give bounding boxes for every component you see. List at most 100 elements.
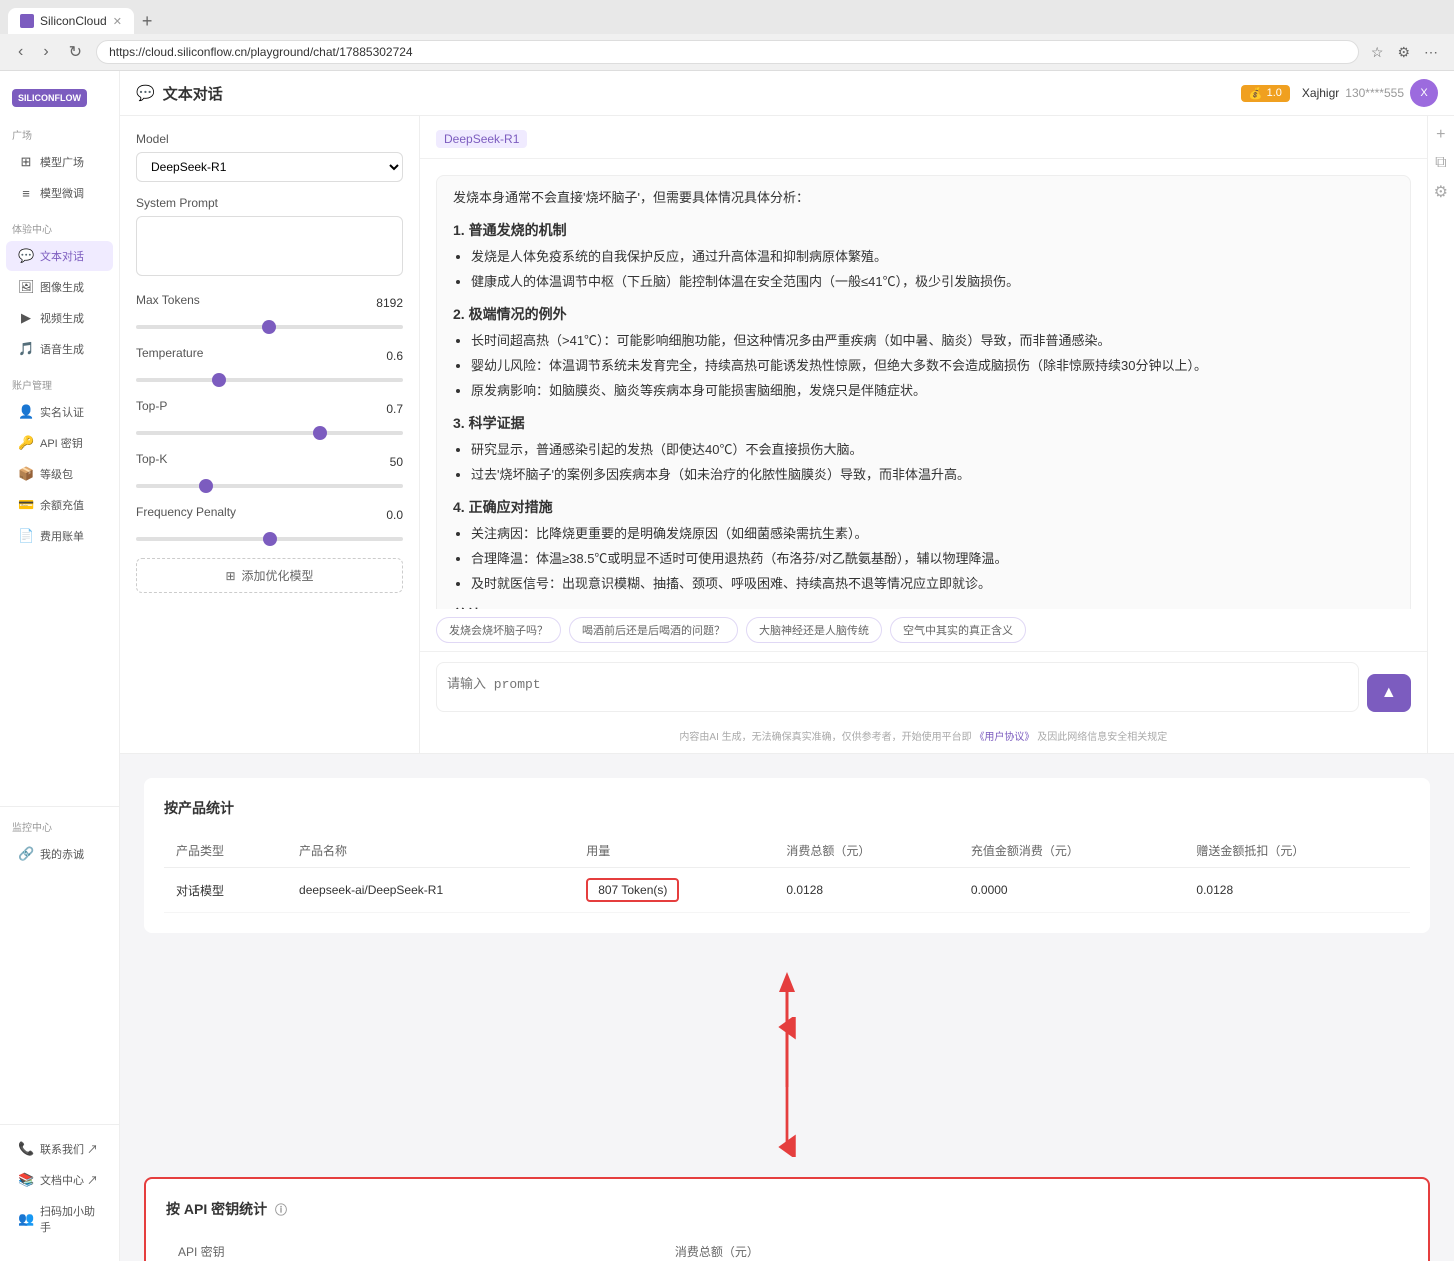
sidebar-bottom-section: 监控中心 🔗 我的赤诚 <box>0 806 119 878</box>
sidebar-item-label: 文档中心 ↗ <box>40 1172 98 1188</box>
section-item-1-2: 健康成人的体温调节中枢（下丘脑）能控制体温在安全范围内（一般≤41℃），极少引发… <box>471 272 1394 293</box>
add-optimize-model-button[interactable]: ⊞ 添加优化模型 <box>136 558 403 593</box>
col-api-cost: 消费总额（元） <box>663 1235 1408 1261</box>
model-market-icon: ⊞ <box>18 154 34 170</box>
sidebar-item-credits[interactable]: 📦 等级包 <box>6 459 113 489</box>
refresh-button[interactable]: ↻ <box>63 40 88 64</box>
usage-badge: 807 Token(s) <box>586 878 679 902</box>
sidebar-item-label: 文本对话 <box>40 248 84 264</box>
section-title-2: 2. 极端情况的例外 <box>453 303 1394 325</box>
frequency-penalty-slider[interactable] <box>136 537 403 541</box>
response-intro: 发烧本身通常不会直接'烧坏脑子'，但需要具体情况具体分析： <box>453 188 1394 209</box>
extensions-button[interactable]: ⚙ <box>1393 42 1414 63</box>
url-bar[interactable]: https://cloud.siliconflow.cn/playground/… <box>96 40 1359 64</box>
new-tab-button[interactable]: + <box>134 11 161 32</box>
max-tokens-slider[interactable] <box>136 325 403 329</box>
video-gen-icon: ▶ <box>18 310 34 326</box>
sidebar-item-docs[interactable]: 📚 文档中心 ↗ <box>6 1165 113 1195</box>
sidebar-footer: 📞 联系我们 ↗ 📚 文档中心 ↗ 👥 扫码加小助手 <box>0 1124 119 1251</box>
forward-button[interactable]: › <box>37 41 54 63</box>
col-gift-cost: 赠送金额抵扣（元） <box>1184 834 1410 868</box>
send-button[interactable]: ▲ <box>1367 674 1411 712</box>
sidebar-item-model-market[interactable]: ⊞ 模型广场 <box>6 147 113 177</box>
user-name: Xajhigr <box>1302 86 1339 100</box>
suggestion-chip-3[interactable]: 大脑神经还是人脑传统 <box>746 617 882 643</box>
top-p-slider[interactable] <box>136 431 403 435</box>
response-content: 发烧本身通常不会直接'烧坏脑子'，但需要具体情况具体分析： 1. 普通发烧的机制… <box>436 175 1411 609</box>
section-title-account: 账户管理 <box>0 373 119 396</box>
sidebar-item-contact[interactable]: 📞 联系我们 ↗ <box>6 1134 113 1164</box>
app-container: SILICONFLOW 广场 ⊞ 模型广场 ≡ 模型微调 体验中心 💬 文本对话… <box>0 71 1454 1261</box>
sidebar-item-video-gen[interactable]: ▶ 视频生成 <box>6 303 113 333</box>
suggestion-chip-1[interactable]: 发烧会烧坏脑子吗？ <box>436 617 561 643</box>
credits-amount: 1.0 <box>1267 87 1282 99</box>
product-stats-block: 按产品统计 产品类型 产品名称 用量 消费总额（元） 充值金额消费（元） 赠送金… <box>144 778 1430 933</box>
sidebar-item-bills[interactable]: 📄 费用账单 <box>6 521 113 551</box>
system-prompt-label: System Prompt <box>136 196 403 210</box>
browser-action-buttons: ☆ ⚙ ⋯ <box>1367 42 1442 63</box>
bookmark-button[interactable]: ☆ <box>1367 42 1388 63</box>
api-stats-table: API 密钥 消费总额（元） 在线体验 0.0128 <box>166 1235 1408 1261</box>
section-title-help: 监控中心 <box>0 815 119 838</box>
sidebar-item-text-chat[interactable]: 💬 文本对话 <box>6 241 113 271</box>
sidebar-item-model-finetune[interactable]: ≡ 模型微调 <box>6 178 113 208</box>
section-item-4-3: 及时就医信号：出现意识模糊、抽搐、颈项、呼吸困难、持续高热不退等情况应立即就诊。 <box>471 574 1394 595</box>
title-icon: 💬 <box>136 84 155 102</box>
cell-total-cost: 0.0128 <box>774 868 959 913</box>
api-stats-info-icon: ⓘ <box>275 1203 287 1217</box>
suggestion-chip-2[interactable]: 喝酒前后还是后喝酒的问题？ <box>569 617 738 643</box>
sidebar-item-voice-gen[interactable]: 🎵 语音生成 <box>6 334 113 364</box>
system-prompt-input[interactable] <box>136 216 403 276</box>
col-api-key: API 密钥 <box>166 1235 663 1261</box>
section-list-4: 关注病因：比降烧更重要的是明确发烧原因（如细菌感染需抗生素）。 合理降温：体温≥… <box>453 524 1394 594</box>
add-column-button[interactable]: + <box>1436 126 1445 144</box>
frequency-penalty-group: Frequency Penalty 0.0 <box>136 505 403 544</box>
model-select[interactable]: DeepSeek-R1 <box>136 152 403 182</box>
credits-icon: 💰 <box>1249 87 1263 100</box>
top-p-row: Top-P 0.7 <box>136 399 403 419</box>
cell-usage: 807 Token(s) <box>574 868 774 913</box>
sidebar-item-my-favorites[interactable]: 🔗 我的赤诚 <box>6 839 113 869</box>
sidebar-item-recharge[interactable]: 💳 余额充值 <box>6 490 113 520</box>
section-title-square: 广场 <box>0 123 119 146</box>
sidebar-section-account: 账户管理 👤 实名认证 🔑 API 密钥 📦 等级包 💳 余额充值 📄 费用账单 <box>0 373 119 552</box>
disclaimer-link[interactable]: 《用户协议》 <box>974 732 1034 743</box>
chat-model-badge: DeepSeek-R1 <box>436 130 527 148</box>
sidebar-item-label: 语音生成 <box>40 341 84 357</box>
top-k-value: 50 <box>390 455 403 469</box>
section-item-2-3: 原发病影响：如脑膜炎、脑炎等疾病本身可能损害脑细胞，发烧只是伴随症状。 <box>471 381 1394 402</box>
top-k-slider[interactable] <box>136 484 403 488</box>
add-icon: ⊞ <box>225 569 235 583</box>
chat-messages: 发烧本身通常不会直接'烧坏脑子'，但需要具体情况具体分析： 1. 普通发烧的机制… <box>420 159 1427 609</box>
chat-message-response: 发烧本身通常不会直接'烧坏脑子'，但需要具体情况具体分析： 1. 普通发烧的机制… <box>436 175 1411 609</box>
browser-tab[interactable]: SiliconCloud ✕ <box>8 8 134 34</box>
temperature-group: Temperature 0.6 <box>136 346 403 385</box>
copy-button[interactable]: ⧉ <box>1435 154 1446 172</box>
suggestion-chip-4[interactable]: 空气中其实的真正含义 <box>890 617 1026 643</box>
section-title-experience: 体验中心 <box>0 217 119 240</box>
sidebar-item-assistant[interactable]: 👥 扫码加小助手 <box>6 1196 113 1242</box>
stats-section: 按产品统计 产品类型 产品名称 用量 消费总额（元） 充值金额消费（元） 赠送金… <box>120 754 1454 1261</box>
temperature-value: 0.6 <box>386 349 403 363</box>
sidebar-item-label: 图像生成 <box>40 279 84 295</box>
logo-image: SILICONFLOW <box>12 89 87 107</box>
temperature-slider[interactable] <box>136 378 403 382</box>
user-id: 130****555 <box>1345 86 1404 100</box>
col-product-name: 产品名称 <box>287 834 574 868</box>
product-stats-header-row: 产品类型 产品名称 用量 消费总额（元） 充值金额消费（元） 赠送金额抵扣（元） <box>164 834 1410 868</box>
model-label: Model <box>136 132 403 146</box>
chat-input[interactable] <box>436 662 1359 712</box>
sidebar-item-image-gen[interactable]: 🖼 图像生成 <box>6 272 113 302</box>
back-button[interactable]: ‹ <box>12 41 29 63</box>
sidebar-item-label: API 密钥 <box>40 435 83 451</box>
sidebar-item-label: 等级包 <box>40 466 73 482</box>
user-avatar[interactable]: X <box>1410 79 1438 107</box>
settings-right-button[interactable]: ⚙ <box>1434 182 1448 202</box>
sidebar-item-real-name[interactable]: 👤 实名认证 <box>6 397 113 427</box>
more-button[interactable]: ⋯ <box>1420 42 1442 63</box>
section-list-3: 研究显示，普通感染引起的发热（即使达40℃）不会直接损伤大脑。 过去'烧坏脑子'… <box>453 440 1394 486</box>
sidebar-item-api-key[interactable]: 🔑 API 密钥 <box>6 428 113 458</box>
system-prompt-group: System Prompt <box>136 196 403 279</box>
tab-close-button[interactable]: ✕ <box>113 15 122 28</box>
app-header: 💬 文本对话 💰 1.0 Xajhigr 130****555 X <box>120 71 1454 116</box>
